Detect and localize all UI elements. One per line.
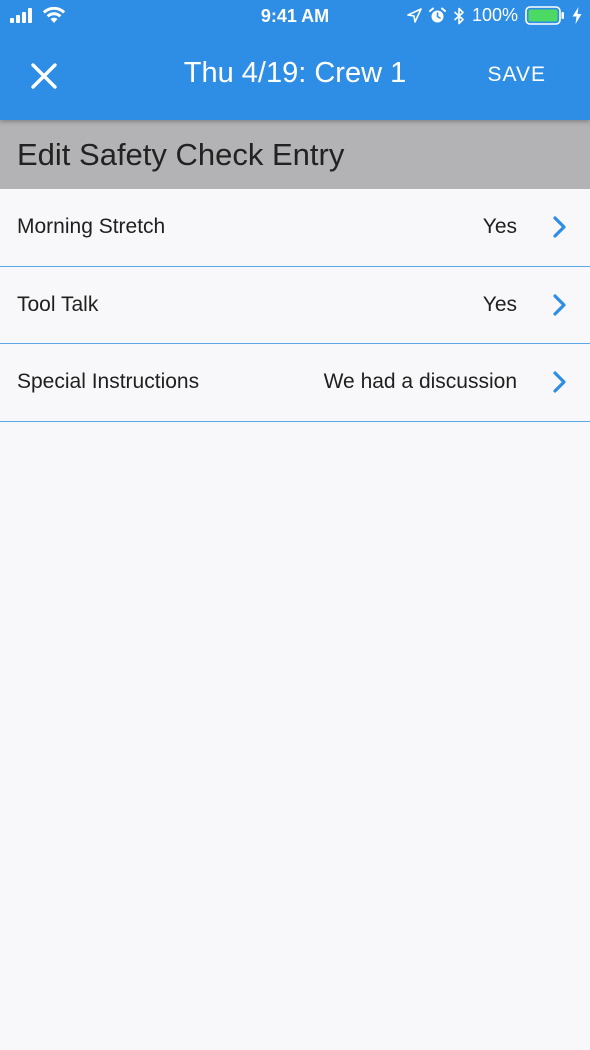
row-value: Yes <box>482 215 517 238</box>
safety-check-list: Morning Stretch Yes Tool Talk Yes Specia… <box>0 189 590 422</box>
app-screen: 9:41 AM 100% Thu 4/19: Crew 1 SAVE Edit … <box>0 0 590 1050</box>
battery-percent: 100% <box>471 5 518 25</box>
section-header: Edit Safety Check Entry <box>0 120 590 189</box>
section-title: Edit Safety Check Entry <box>17 137 345 172</box>
row-label: Morning Stretch <box>17 215 166 238</box>
chevron-right-icon <box>553 293 566 316</box>
row-value: We had a discussion <box>323 370 517 393</box>
app-header: 9:41 AM 100% Thu 4/19: Crew 1 SAVE <box>0 0 590 120</box>
alarm-icon <box>428 7 446 23</box>
bluetooth-icon <box>453 7 464 24</box>
chevron-right-icon <box>553 216 566 238</box>
row-label: Tool Talk <box>17 292 99 316</box>
nav-bar: Thu 4/19: Crew 1 SAVE <box>0 32 590 120</box>
chevron-right-icon <box>553 371 566 393</box>
location-icon <box>407 8 422 23</box>
row-label: Special Instructions <box>17 370 200 393</box>
row-tool-talk[interactable]: Tool Talk Yes <box>0 266 590 344</box>
close-button[interactable] <box>22 54 66 98</box>
row-value: Yes <box>482 292 517 316</box>
charging-icon <box>572 7 582 24</box>
row-special-instructions[interactable]: Special Instructions We had a discussion <box>0 344 590 422</box>
row-morning-stretch[interactable]: Morning Stretch Yes <box>0 189 590 267</box>
status-right: 100% <box>407 5 582 26</box>
battery-icon <box>525 6 564 25</box>
save-button[interactable]: SAVE <box>488 63 546 87</box>
close-icon <box>31 63 57 89</box>
status-bar: 9:41 AM 100% <box>0 0 590 32</box>
